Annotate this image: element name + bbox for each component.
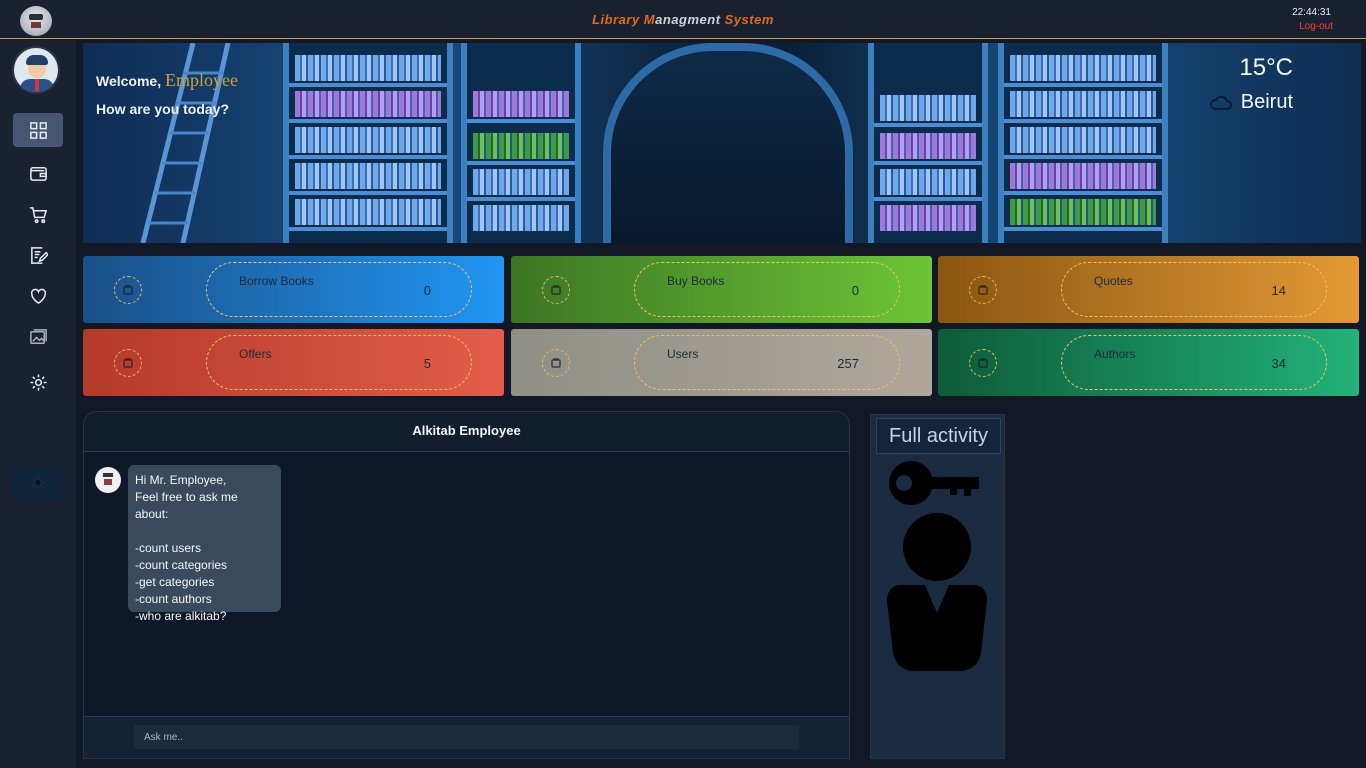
bot-message-line: -count authors — [135, 592, 212, 606]
stat-card-value: 14 — [1271, 283, 1286, 298]
stat-card-users[interactable]: Users 257 — [511, 329, 932, 396]
stat-card-label: Quotes — [1094, 274, 1133, 288]
stat-card-pill: Authors 34 — [1061, 335, 1327, 390]
stat-card-authors[interactable]: Authors 34 — [938, 329, 1359, 396]
bot-message: Hi Mr. Employee, Feel free to ask me abou… — [128, 465, 281, 623]
bot-message-line: -who are alkitab? — [135, 609, 227, 623]
wallet-icon — [29, 166, 47, 181]
welcome-text: Welcome, Employee — [96, 70, 238, 91]
weather-city: Beirut — [1240, 91, 1293, 113]
bookshelf-left — [283, 43, 453, 243]
bot-avatar — [95, 467, 121, 493]
edit-icon — [30, 246, 48, 264]
stat-card-value: 34 — [1271, 356, 1286, 371]
chat-panel: Alkitab Employee Hi Mr. Employee, Feel fr… — [83, 411, 850, 759]
stat-card-value: 5 — [423, 356, 431, 371]
top-bar: Library Managment System 22:44:31 Log-ou… — [0, 0, 1366, 39]
sun-icon: ☀ — [29, 472, 47, 495]
bot-message-line: -get categories — [135, 575, 215, 589]
borrow-icon — [114, 276, 142, 304]
bot-message-line — [135, 523, 274, 540]
app-title-part: ystem — [733, 12, 774, 27]
stat-card-pill: Borrow Books 0 — [206, 262, 472, 317]
offer-icon — [114, 349, 142, 377]
gear-icon — [29, 373, 47, 391]
stat-card-buy-books[interactable]: Buy Books 0 — [511, 256, 932, 323]
stat-card-pill: Buy Books 0 — [634, 262, 900, 317]
sidebar-item-wallet[interactable] — [13, 156, 63, 190]
bot-message-line: -count users — [135, 541, 202, 555]
weather-temperature: 15°C — [1239, 54, 1293, 81]
cloud-icon — [1210, 96, 1232, 110]
sidebar-item-gallery[interactable] — [13, 320, 63, 354]
key-icon — [889, 461, 979, 505]
grid-icon — [29, 121, 47, 139]
sidebar: ☀ — [0, 40, 76, 768]
person-icon — [887, 513, 987, 671]
app-title-part: M — [643, 12, 656, 27]
bot-message-line: Hi Mr. Employee, — [135, 473, 227, 487]
theme-toggle[interactable]: ☀ — [13, 466, 63, 500]
avatar[interactable] — [12, 46, 60, 94]
image-icon — [29, 328, 47, 344]
chat-title: Alkitab Employee — [84, 412, 849, 452]
stat-card-pill: Users 257 — [634, 335, 900, 390]
activity-panel: Full activity — [870, 414, 1005, 759]
logout-link[interactable]: Log-out — [1299, 21, 1333, 32]
stat-card-label: Users — [667, 347, 699, 361]
heart-icon — [30, 288, 46, 304]
app-title-part: S — [724, 12, 734, 27]
buy-icon — [542, 276, 570, 304]
sidebar-item-edit[interactable] — [13, 238, 63, 272]
welcome-banner: Welcome, Employee How are you today? 15°… — [83, 43, 1361, 243]
sidebar-item-favorites[interactable] — [13, 279, 63, 313]
sidebar-item-settings[interactable] — [13, 365, 63, 399]
bookshelf-right — [998, 43, 1168, 243]
stat-card-label: Authors — [1094, 347, 1136, 361]
stat-card-borrow-books[interactable]: Borrow Books 0 — [83, 256, 504, 323]
app-title-part: ibrary — [600, 12, 644, 27]
stat-card-pill: Quotes 14 — [1061, 262, 1327, 317]
app-title: Library Managment System — [0, 12, 1366, 27]
bookshelf-mid-left — [461, 43, 581, 243]
welcome-prefix: Welcome, — [96, 73, 165, 89]
sidebar-item-dashboard[interactable] — [13, 113, 63, 147]
app-title-part: L — [592, 12, 601, 27]
authors-icon — [969, 349, 997, 377]
quote-icon — [969, 276, 997, 304]
stat-card-value: 257 — [837, 356, 859, 371]
app-title-part: anagment — [655, 12, 725, 27]
cart-icon — [29, 206, 47, 223]
stat-card-pill: Offers 5 — [206, 335, 472, 390]
stat-card-value: 0 — [851, 283, 859, 298]
stat-card-quotes[interactable]: Quotes 14 — [938, 256, 1359, 323]
stat-card-value: 0 — [423, 283, 431, 298]
stat-card-label: Buy Books — [667, 274, 725, 288]
bookshelf-mid-right — [868, 43, 988, 243]
bot-message-line: Feel free to ask me about: — [135, 490, 238, 521]
users-icon — [542, 349, 570, 377]
chat-input[interactable] — [134, 725, 799, 749]
greeting-text: How are you today? — [96, 101, 230, 117]
stat-card-label: Offers — [239, 347, 272, 361]
full-activity-button[interactable]: Full activity — [876, 418, 1001, 454]
bot-message-line: -count categories — [135, 558, 228, 572]
sidebar-item-cart[interactable] — [13, 197, 63, 231]
stat-card-offers[interactable]: Offers 5 — [83, 329, 504, 396]
archway — [603, 43, 853, 243]
clock: 22:44:31 — [1292, 7, 1331, 18]
chat-input-bar — [84, 716, 849, 758]
welcome-username: Employee — [165, 70, 238, 90]
stat-card-label: Borrow Books — [239, 274, 314, 288]
